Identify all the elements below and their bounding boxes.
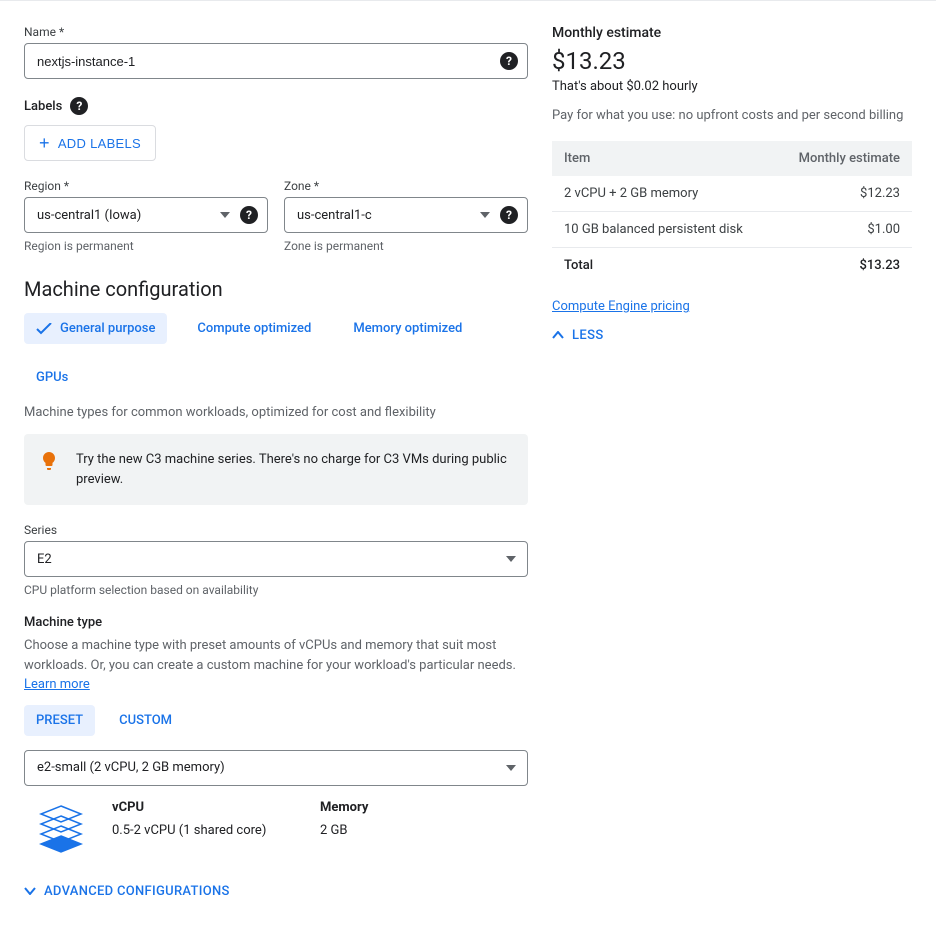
table-row-total: Total $13.23 [552, 248, 912, 284]
advanced-config-label: ADVANCED CONFIGURATIONS [44, 884, 230, 899]
region-value: us-central1 (Iowa) [37, 208, 141, 223]
help-icon[interactable]: ? [70, 97, 88, 115]
tab-gpus[interactable]: GPUs [24, 362, 80, 393]
chevron-down-icon [506, 556, 516, 562]
tab-label: General purpose [60, 321, 155, 336]
machine-type-label: Machine type [24, 615, 528, 630]
estimate-title: Monthly estimate [552, 25, 912, 41]
estimate-table: Item Monthly estimate 2 vCPU + 2 GB memo… [552, 141, 912, 283]
cell-total-cost: $13.23 [774, 248, 912, 284]
learn-more-link[interactable]: Learn more [24, 677, 90, 692]
add-labels-button[interactable]: + ADD LABELS [24, 125, 156, 161]
name-label: Name * [24, 25, 528, 39]
sub-tab-preset[interactable]: PRESET [24, 705, 95, 736]
series-select[interactable]: E2 [24, 541, 528, 577]
region-select[interactable]: us-central1 (Iowa) ? [24, 197, 268, 233]
vcpu-value: 0.5-2 vCPU (1 shared core) [112, 823, 320, 838]
machine-stack-icon [24, 800, 88, 862]
zone-value: us-central1-c [297, 208, 372, 223]
table-header-cost: Monthly estimate [774, 141, 912, 176]
zone-select[interactable]: us-central1-c ? [284, 197, 528, 233]
plus-icon: + [39, 134, 50, 152]
table-row: 2 vCPU + 2 GB memory $12.23 [552, 176, 912, 212]
less-toggle[interactable]: LESS [552, 328, 912, 343]
labels-heading: Labels [24, 99, 62, 114]
series-label: Series [24, 523, 528, 537]
cell-item: 2 vCPU + 2 GB memory [552, 176, 774, 212]
tab-compute-optimized[interactable]: Compute optimized [185, 313, 323, 344]
machine-category-desc: Machine types for common workloads, opti… [24, 405, 528, 420]
tab-memory-optimized[interactable]: Memory optimized [341, 313, 474, 344]
cell-total-label: Total [552, 248, 774, 284]
machine-type-value: e2-small (2 vCPU, 2 GB memory) [37, 760, 225, 775]
memory-value: 2 GB [320, 823, 528, 838]
machine-type-desc: Choose a machine type with preset amount… [24, 636, 528, 695]
sub-tab-custom[interactable]: CUSTOM [107, 705, 184, 736]
pricing-link[interactable]: Compute Engine pricing [552, 299, 690, 314]
check-icon [36, 323, 52, 335]
name-input[interactable] [24, 43, 528, 79]
estimate-note: Pay for what you use: no upfront costs a… [552, 108, 912, 123]
machine-category-tabs: General purpose Compute optimized Memory… [24, 313, 528, 393]
tab-general-purpose[interactable]: General purpose [24, 313, 167, 344]
region-helper: Region is permanent [24, 239, 268, 253]
cell-item: 10 GB balanced persistent disk [552, 212, 774, 248]
memory-label: Memory [320, 800, 528, 815]
help-icon[interactable]: ? [500, 206, 518, 224]
vcpu-label: vCPU [112, 800, 320, 815]
table-header-item: Item [552, 141, 774, 176]
region-label: Region * [24, 179, 268, 193]
estimate-hourly: That's about $0.02 hourly [552, 79, 912, 94]
cell-cost: $1.00 [774, 212, 912, 248]
series-helper: CPU platform selection based on availabi… [24, 583, 528, 597]
estimate-price: $13.23 [552, 47, 912, 75]
machine-config-title: Machine configuration [24, 277, 528, 301]
tip-banner: Try the new C3 machine series. There's n… [24, 434, 528, 505]
help-icon[interactable]: ? [500, 52, 518, 70]
chevron-down-icon [220, 212, 230, 218]
machine-type-select[interactable]: e2-small (2 vCPU, 2 GB memory) [24, 750, 528, 786]
chevron-down-icon [480, 212, 490, 218]
add-labels-label: ADD LABELS [58, 136, 141, 151]
lightbulb-icon [42, 452, 56, 474]
zone-helper: Zone is permanent [284, 239, 528, 253]
advanced-config-toggle[interactable]: ADVANCED CONFIGURATIONS [24, 884, 528, 899]
cell-cost: $12.23 [774, 176, 912, 212]
less-label: LESS [572, 328, 604, 343]
chevron-down-icon [24, 884, 36, 899]
help-icon[interactable]: ? [240, 206, 258, 224]
machine-type-sub-tabs: PRESET CUSTOM [24, 705, 528, 736]
series-value: E2 [37, 552, 52, 567]
zone-label: Zone * [284, 179, 528, 193]
chevron-up-icon [552, 328, 564, 343]
chevron-down-icon [506, 765, 516, 771]
table-row: 10 GB balanced persistent disk $1.00 [552, 212, 912, 248]
tip-text: Try the new C3 machine series. There's n… [76, 450, 510, 489]
